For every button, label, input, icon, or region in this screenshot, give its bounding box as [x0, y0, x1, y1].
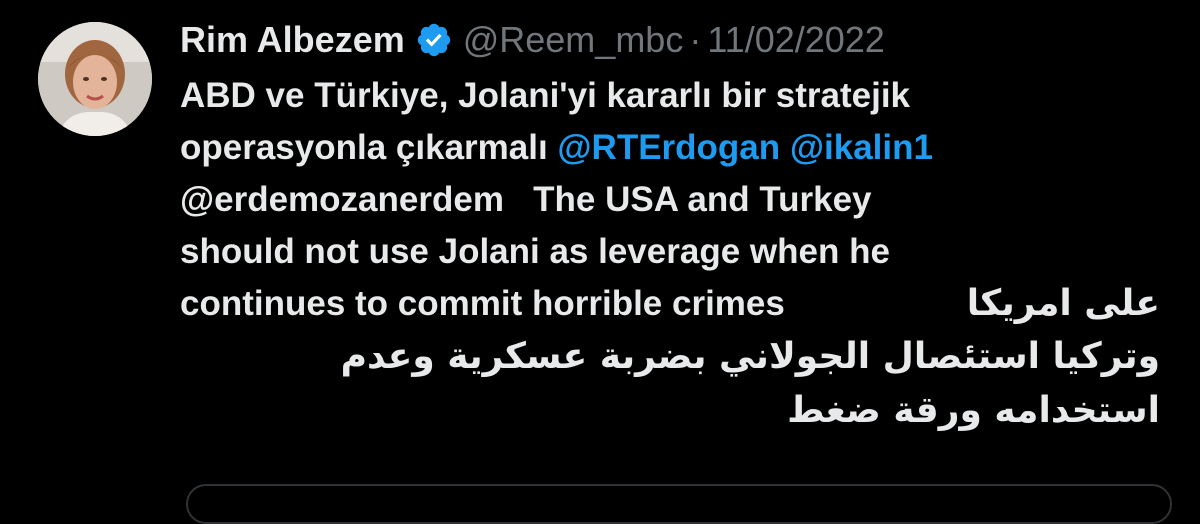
tweet-date[interactable]: 11/02/2022	[707, 14, 885, 66]
tweet-line-5-english: continues to commit horrible crimes	[180, 284, 785, 323]
tweet-line-2-text: operasyonla çıkarmalı	[180, 128, 558, 167]
tweet-text: ABD ve Türkiye, Jolani'yi kararlı bir st…	[180, 70, 1180, 438]
handle[interactable]: @Reem_mbc	[463, 14, 684, 66]
tweet[interactable]: Rim Albezem @Reem_mbc · 11/02/2022 ABD v…	[0, 0, 1200, 524]
tweet-line-4: should not use Jolani as leverage when h…	[180, 232, 890, 271]
tweet-header: Rim Albezem @Reem_mbc · 11/02/2022	[180, 14, 885, 66]
tweet-line-1: ABD ve Türkiye, Jolani'yi kararlı bir st…	[180, 76, 911, 115]
tweet-line-3: @erdemozanerdem The USA and Turkey	[180, 180, 872, 219]
mention-rterdogan[interactable]: @RTErdogan	[557, 128, 780, 167]
separator-dot: ·	[689, 19, 702, 60]
tweet-line-2: operasyonla çıkarmalı @RTErdogan @ikalin…	[180, 122, 1180, 174]
tweet-line-5: continues to commit horrible crimes على …	[180, 278, 1160, 330]
tweet-line-5-arabic: على امريكا	[966, 283, 1160, 324]
embedded-card-edge[interactable]	[186, 484, 1172, 524]
mention-ikalin1[interactable]: @ikalin1	[790, 128, 933, 167]
tweet-line-7-arabic: استخدامه ورقة ضغط	[787, 390, 1160, 431]
display-name[interactable]: Rim Albezem	[180, 14, 405, 66]
avatar[interactable]	[38, 22, 152, 136]
mention-spacer	[780, 128, 790, 167]
verified-badge-icon	[415, 21, 453, 59]
tweet-line-6-arabic: وتركيا استئصال الجولاني بضربة عسكرية وعد…	[340, 336, 1160, 377]
